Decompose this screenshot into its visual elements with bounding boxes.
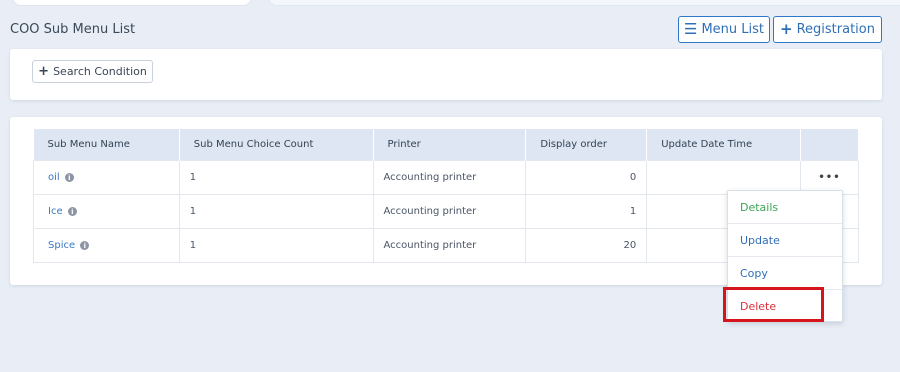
info-icon[interactable]: i	[64, 173, 74, 182]
registration-label: Registration	[796, 22, 875, 37]
column-header-display-order[interactable]: Display order	[525, 129, 648, 160]
column-header-sub-menu-name[interactable]: Sub Menu Name	[33, 129, 180, 160]
menu-list-label: Menu List	[701, 22, 764, 37]
details-menu-item[interactable]: Details	[728, 191, 842, 224]
table-row: oil i 1 Accounting printer 0 •••	[33, 159, 859, 195]
printer-cell: Accounting printer	[372, 227, 527, 263]
printer-cell: Accounting printer	[372, 159, 527, 195]
sub-menu-name-link[interactable]: Ice	[48, 206, 63, 217]
delete-highlight-box	[723, 287, 824, 322]
info-icon[interactable]: i	[80, 241, 90, 250]
page-title: COO Sub Menu List	[10, 22, 136, 37]
search-panel: + Search Condition	[10, 49, 882, 100]
column-header-printer[interactable]: Printer	[373, 129, 527, 160]
copy-menu-item[interactable]: Copy	[728, 257, 842, 290]
top-search-bar	[12, 0, 252, 6]
choice-count-cell: 1	[178, 227, 374, 263]
search-condition-label: Search Condition	[53, 65, 147, 78]
search-condition-button[interactable]: + Search Condition	[32, 60, 153, 83]
column-header-choice-count[interactable]: Sub Menu Choice Count	[179, 129, 374, 160]
menu-list-button[interactable]: ☰ Menu List	[678, 16, 770, 43]
update-menu-item[interactable]: Update	[728, 224, 842, 257]
choice-count-cell: 1	[178, 159, 374, 195]
display-order-cell: 1	[525, 193, 648, 229]
top-toolbar-bar	[268, 0, 900, 6]
plus-icon: +	[780, 20, 793, 38]
registration-button[interactable]: + Registration	[773, 16, 882, 43]
list-icon: ☰	[683, 20, 698, 38]
column-header-update-date-time[interactable]: Update Date Time	[646, 129, 801, 160]
table-header-row: Sub Menu Name Sub Menu Choice Count Prin…	[33, 129, 859, 160]
update-date-time-cell	[646, 159, 801, 195]
column-header-actions	[800, 129, 859, 160]
sub-menu-name-link[interactable]: oil	[48, 172, 60, 183]
display-order-cell: 0	[525, 159, 648, 195]
sub-menu-name-cell: oil i	[33, 159, 180, 195]
plus-icon: +	[38, 64, 50, 79]
display-order-cell: 20	[525, 227, 648, 263]
sub-menu-name-cell: Spice i	[33, 227, 180, 263]
sub-menu-name-cell: Ice i	[33, 193, 180, 229]
printer-cell: Accounting printer	[372, 193, 527, 229]
info-icon[interactable]: i	[67, 207, 77, 216]
sub-menu-name-link[interactable]: Spice	[48, 240, 75, 251]
choice-count-cell: 1	[178, 193, 374, 229]
row-actions-menu-button[interactable]: •••	[800, 159, 859, 195]
